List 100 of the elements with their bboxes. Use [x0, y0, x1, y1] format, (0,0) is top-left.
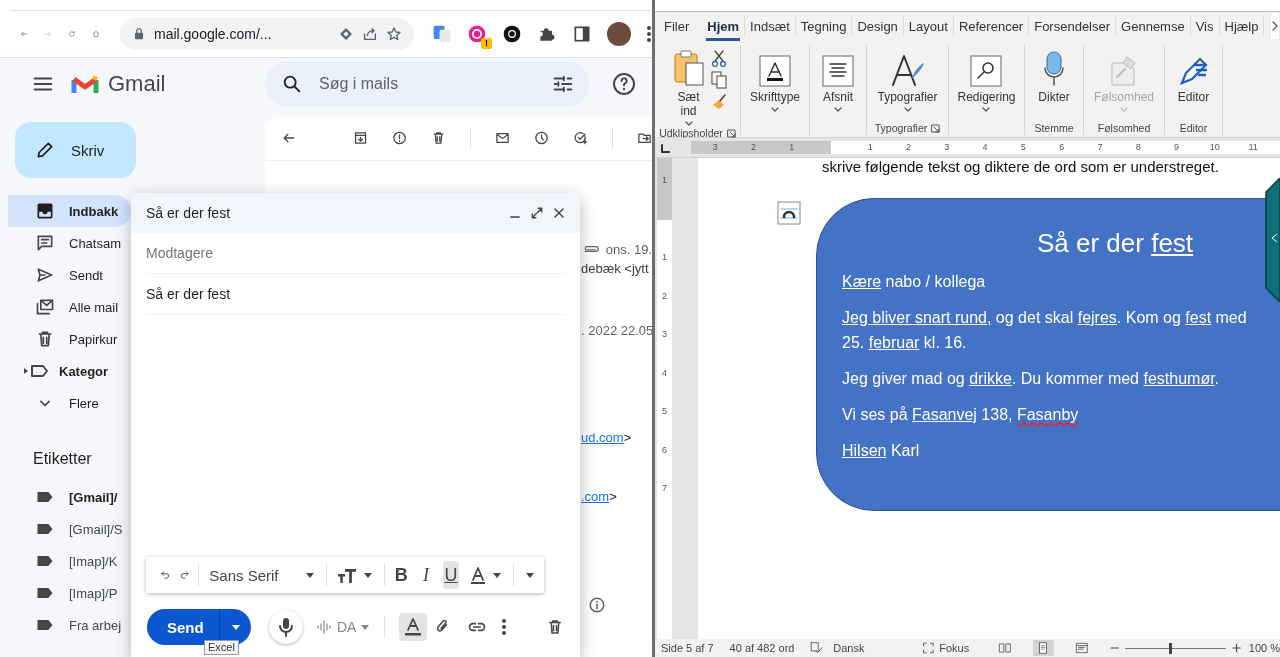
label-item[interactable]: [Gmail]/S: [0, 513, 131, 545]
share-icon[interactable]: [362, 26, 378, 42]
font-box-icon: [759, 55, 791, 87]
layout-options-icon[interactable]: [777, 201, 801, 225]
page-count[interactable]: Side 5 af 7: [661, 642, 714, 654]
address-bar[interactable]: mail.google.com/...: [120, 18, 414, 50]
ribbon-tab[interactable]: Gennemse: [1116, 16, 1191, 37]
paste-button[interactable]: Sæt ind: [668, 45, 709, 127]
formatting-button[interactable]: [399, 613, 428, 641]
label-item[interactable]: [Gmail]/: [0, 481, 131, 513]
web-view-icon: [1074, 641, 1089, 655]
font-button[interactable]: Skrifttype: [746, 45, 804, 121]
email-link[interactable]: .com: [581, 489, 610, 504]
message-date: ons. 19.: [605, 241, 652, 257]
shape-title: Så er der fest: [1036, 227, 1195, 260]
chevron-down-icon: [834, 107, 842, 113]
bold-button[interactable]: B: [392, 561, 410, 589]
zoom-in-icon[interactable]: [1231, 643, 1241, 653]
scissors-icon[interactable]: [710, 49, 727, 67]
text-format-icon: [404, 617, 423, 637]
warning-badge: !: [481, 38, 492, 49]
caret-icon: [304, 570, 315, 580]
caret-icon: [492, 570, 503, 580]
ribbon-tab[interactable]: Filer: [659, 16, 695, 37]
chat-icon: [35, 233, 55, 253]
ribbon-tab[interactable]: Forsendelser: [1029, 16, 1117, 37]
help-icon[interactable]: [612, 72, 636, 96]
italic-button[interactable]: I: [417, 561, 435, 589]
focus-button[interactable]: Fokus: [939, 642, 970, 654]
proofing-icon[interactable]: [810, 641, 824, 655]
ribbon-tab[interactable]: Referencer: [953, 16, 1030, 37]
search-icon[interactable]: [281, 73, 303, 95]
dialog-launcher-icon[interactable]: [726, 128, 736, 138]
vertical-ruler: 1 1 2 3 4 5 6 7: [657, 158, 672, 639]
group-label: Stemme: [1034, 122, 1074, 134]
underline-button[interactable]: U: [442, 561, 460, 589]
compose-button[interactable]: Skriv: [15, 122, 136, 178]
url-text: mail.google.com/...: [154, 26, 273, 42]
filter-sliders-icon[interactable]: [552, 73, 574, 95]
more-vertical-icon[interactable]: [501, 618, 508, 636]
search-field[interactable]: Søg i mails: [265, 61, 590, 107]
sidebar-item[interactable]: Chatsam: [8, 227, 131, 259]
microphone-button[interactable]: [269, 610, 303, 644]
ribbon-tab[interactable]: Indsæt: [745, 16, 796, 37]
app-title: Gmail: [108, 71, 166, 97]
body-text: skrive følgende tekst og diktere de ord som er understreget.: [822, 158, 1220, 176]
zoom-level[interactable]: 100 %: [1248, 642, 1280, 654]
side-panel-icon[interactable]: [572, 24, 592, 44]
sender-text: debæk <jytt: [581, 260, 650, 278]
send-icon: [35, 265, 55, 285]
diamond-icon[interactable]: [338, 26, 354, 42]
star-icon[interactable]: [386, 26, 402, 42]
find-button[interactable]: Redigering: [953, 45, 1020, 121]
dictate-button[interactable]: Dikter: [1034, 45, 1074, 121]
paragraph-button[interactable]: Afsnit: [818, 45, 858, 121]
chevron-right-icon[interactable]: [1270, 12, 1280, 40]
translate-icon[interactable]: [432, 24, 452, 44]
label-item[interactable]: [Imap]/K: [0, 545, 131, 577]
caret-icon: [360, 622, 371, 632]
ribbon-tab[interactable]: Hjælp: [1219, 16, 1265, 37]
caret-icon: [230, 622, 241, 632]
slider-thumb[interactable]: [1168, 642, 1172, 654]
sidebar-item[interactable]: Alle mail: [8, 291, 131, 323]
focus-icon[interactable]: [922, 641, 936, 655]
avatar[interactable]: [607, 22, 631, 46]
dialog-launcher-icon[interactable]: [931, 123, 941, 133]
lock-icon: [132, 27, 146, 41]
tab-stop-icon[interactable]: [660, 142, 670, 153]
ribbon-tab[interactable]: Layout: [903, 16, 954, 37]
trash-icon[interactable]: [546, 617, 564, 637]
print-view-button[interactable]: [1033, 640, 1054, 656]
styles-button[interactable]: Typografier: [873, 45, 942, 121]
word-count[interactable]: 40 af 482 ord: [729, 642, 795, 654]
ribbon-tab[interactable]: Tegning: [795, 16, 853, 37]
ribbon-tab[interactable]: Design: [852, 16, 904, 37]
search-input[interactable]: Søg i mails: [317, 74, 538, 94]
chevron-down-icon: [771, 107, 779, 113]
extension-icon[interactable]: [502, 24, 522, 44]
sidebar-item[interactable]: Flere: [8, 387, 131, 419]
read-view-icon: [998, 641, 1013, 655]
caret-icon: [363, 570, 374, 580]
sidebar-item[interactable]: Indbakk: [8, 195, 131, 227]
ribbon-tab[interactable]: Vis: [1190, 16, 1220, 37]
microphone-icon: [278, 617, 294, 637]
group-label: Udklipsholder: [659, 127, 723, 139]
sidebar-item[interactable]: Papirkur: [8, 323, 131, 355]
menu-dots-icon[interactable]: [646, 24, 652, 44]
editor-button[interactable]: Editor: [1173, 45, 1214, 121]
close-icon[interactable]: [552, 206, 566, 220]
paragraph: Jeg giver mad og drikke. Du kommer med festhumør.: [842, 369, 1221, 389]
label-item[interactable]: Fra arbej: [0, 609, 131, 641]
copy-icon[interactable]: [710, 71, 727, 89]
language-dropdown[interactable]: DA: [315, 619, 371, 635]
label-item[interactable]: [Imap]/P: [0, 577, 131, 609]
email-link[interactable]: ud.com: [581, 430, 624, 445]
sidebar-item[interactable]: Kategor: [8, 355, 131, 387]
horizontal-ruler: 3 2 1: [691, 141, 831, 154]
language-status[interactable]: Dansk: [833, 642, 865, 654]
sidebar-item[interactable]: Sendt: [8, 259, 131, 291]
expand-icon[interactable]: [530, 206, 544, 220]
